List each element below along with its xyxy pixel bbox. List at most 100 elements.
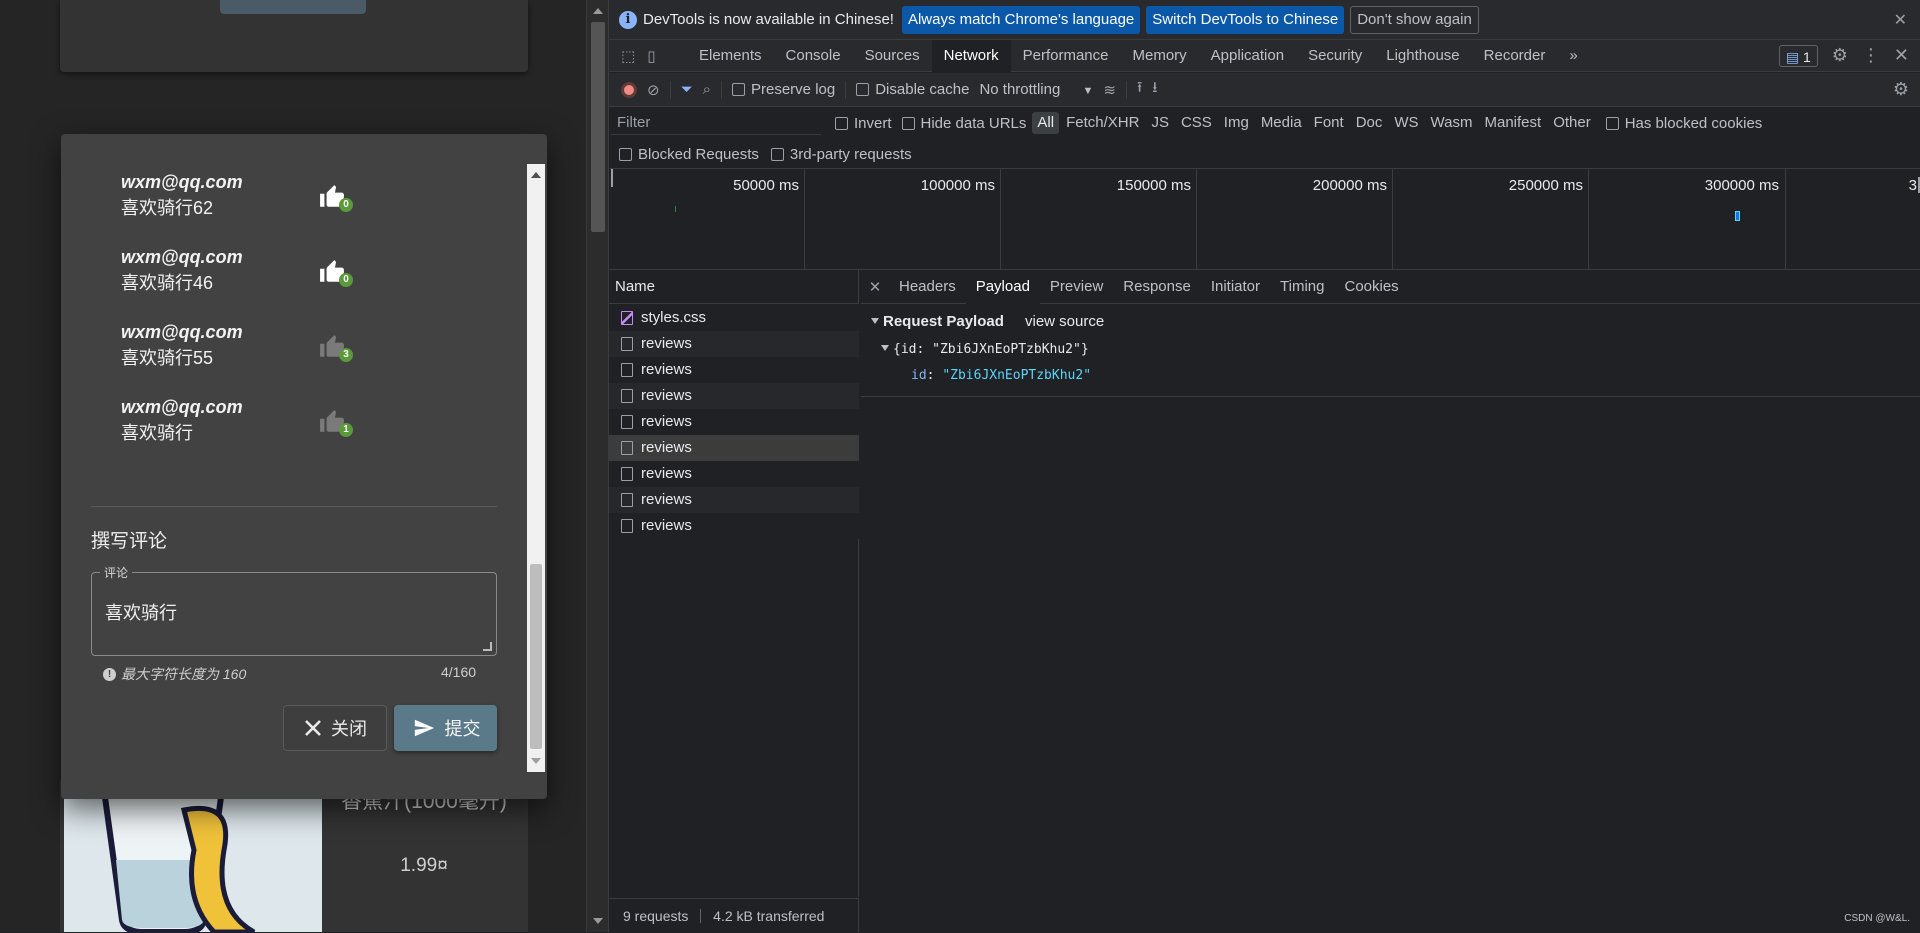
payload-section-toggle[interactable]: Request Payload <box>871 313 1004 330</box>
divider <box>91 506 497 507</box>
preserve-log-checkbox[interactable]: Preserve log <box>732 81 835 98</box>
like-count: 3 <box>339 348 353 362</box>
scroll-up-arrow-icon[interactable] <box>531 172 541 178</box>
tab-lighthouse[interactable]: Lighthouse <box>1374 40 1471 72</box>
tab-network[interactable]: Network <box>931 39 1011 72</box>
submit-button[interactable]: 提交 <box>394 705 497 751</box>
timeline-label: 200000 ms <box>1312 177 1387 194</box>
network-settings-gear-icon[interactable]: ⚙ <box>1893 79 1909 100</box>
send-icon <box>414 719 434 737</box>
request-row[interactable]: reviews <box>609 357 859 383</box>
network-conditions-icon[interactable]: ≋ <box>1103 81 1116 99</box>
request-name: reviews <box>641 439 692 456</box>
import-har-icon[interactable]: ⭱ <box>1137 77 1142 102</box>
payload-object[interactable]: {id: "Zbi6JXnEoPTzbKhu2"} <box>881 342 1089 357</box>
request-row[interactable]: reviews <box>609 409 859 435</box>
record-icon[interactable] <box>621 81 637 98</box>
request-row[interactable]: reviews <box>609 461 859 487</box>
more-options-icon[interactable]: ⋮ <box>1862 45 1880 66</box>
clear-icon[interactable]: ⊘ <box>647 81 660 99</box>
close-devtools-icon[interactable]: ✕ <box>1894 45 1909 66</box>
issues-badge[interactable]: ▤ 1 <box>1778 44 1818 67</box>
third-party-checkbox[interactable]: 3rd-party requests <box>770 146 912 163</box>
filter-type-all[interactable]: All <box>1032 112 1060 134</box>
more-tabs-icon[interactable]: » <box>1557 40 1589 72</box>
request-row-selected[interactable]: reviews <box>609 435 859 461</box>
tab-payload[interactable]: Payload <box>965 269 1040 304</box>
request-row[interactable]: styles.css <box>609 305 859 331</box>
tab-initiator[interactable]: Initiator <box>1201 270 1270 304</box>
filter-type-fetch[interactable]: Fetch/XHR <box>1061 112 1144 134</box>
settings-gear-icon[interactable]: ⚙ <box>1832 45 1848 66</box>
tab-sources[interactable]: Sources <box>853 40 932 72</box>
throttling-select[interactable]: No throttling ▼ <box>979 81 1093 98</box>
filter-type-ws[interactable]: WS <box>1389 112 1423 134</box>
has-blocked-cookies-checkbox[interactable]: Has blocked cookies <box>1605 115 1762 132</box>
close-button[interactable]: 关闭 <box>283 705 387 751</box>
inspect-element-icon[interactable]: ⬚ <box>621 47 635 65</box>
tab-elements[interactable]: Elements <box>687 40 774 72</box>
request-row[interactable]: reviews <box>609 383 859 409</box>
tab-headers[interactable]: Headers <box>889 270 966 304</box>
filter-input[interactable]: Filter <box>611 111 821 135</box>
filter-icon[interactable]: ⏷ <box>681 81 693 98</box>
close-detail-icon[interactable]: ✕ <box>861 278 889 296</box>
request-row[interactable]: reviews <box>609 513 859 539</box>
resize-handle[interactable] <box>483 642 492 651</box>
dialog-scrollbar[interactable] <box>527 164 545 772</box>
tab-security[interactable]: Security <box>1296 40 1374 72</box>
filter-type-media[interactable]: Media <box>1256 112 1307 134</box>
infobar-message: DevTools is now available in Chinese! <box>643 11 894 28</box>
tab-memory[interactable]: Memory <box>1121 40 1199 72</box>
comment-value[interactable]: 喜欢骑行 <box>105 599 177 625</box>
review-text: 喜欢骑行46 <box>121 273 214 293</box>
device-toolbar-icon[interactable]: ▯ <box>647 47 655 65</box>
filter-type-manifest[interactable]: Manifest <box>1480 112 1547 134</box>
filter-type-font[interactable]: Font <box>1309 112 1349 134</box>
tab-response[interactable]: Response <box>1113 270 1201 304</box>
like-button[interactable]: 1 <box>319 409 355 439</box>
filter-type-other[interactable]: Other <box>1548 112 1596 134</box>
hide-data-urls-checkbox[interactable]: Hide data URLs <box>901 115 1026 132</box>
filter-type-doc[interactable]: Doc <box>1351 112 1388 134</box>
like-button[interactable]: 0 <box>319 259 355 289</box>
dont-show-again-button[interactable]: Don't show again <box>1350 5 1479 34</box>
close-infobar-icon[interactable]: ✕ <box>1894 10 1907 30</box>
tab-console[interactable]: Console <box>774 40 853 72</box>
review-item: wxm@qq.com 喜欢骑行46 0 <box>121 247 421 303</box>
invert-checkbox[interactable]: Invert <box>835 115 892 132</box>
char-counter: 4/160 <box>441 664 477 680</box>
scrollbar-thumb[interactable] <box>591 22 605 232</box>
page-scrollbar[interactable] <box>586 0 608 932</box>
disable-cache-checkbox[interactable]: Disable cache <box>856 81 969 98</box>
name-column-header[interactable]: Name <box>609 270 859 304</box>
filter-type-wasm[interactable]: Wasm <box>1426 112 1478 134</box>
tab-recorder[interactable]: Recorder <box>1472 40 1558 72</box>
search-icon[interactable]: ⌕ <box>703 81 711 98</box>
request-row[interactable]: reviews <box>609 331 859 357</box>
tab-performance[interactable]: Performance <box>1011 40 1121 72</box>
filter-type-img[interactable]: Img <box>1219 112 1254 134</box>
filter-type-css[interactable]: CSS <box>1176 112 1217 134</box>
tab-preview[interactable]: Preview <box>1040 270 1113 304</box>
write-review-title: 撰写评论 <box>91 531 168 552</box>
tab-timing[interactable]: Timing <box>1270 270 1334 304</box>
scroll-up-arrow-icon[interactable] <box>593 8 603 14</box>
filter-type-js[interactable]: JS <box>1146 112 1174 134</box>
export-har-icon[interactable]: ⭳ <box>1152 77 1157 102</box>
like-button[interactable]: 0 <box>319 184 355 214</box>
like-button[interactable]: 3 <box>319 334 355 364</box>
view-source-link[interactable]: view source <box>1025 313 1104 330</box>
scroll-down-arrow-icon[interactable] <box>531 758 541 764</box>
match-language-button[interactable]: Always match Chrome's language <box>901 5 1141 34</box>
tab-cookies[interactable]: Cookies <box>1334 270 1408 304</box>
tab-application[interactable]: Application <box>1199 40 1296 72</box>
network-overview-timeline[interactable]: 50000 ms 100000 ms 150000 ms 200000 ms 2… <box>609 168 1920 270</box>
scrollbar-thumb[interactable] <box>530 564 542 749</box>
top-card-button[interactable] <box>220 0 366 14</box>
comment-textarea[interactable]: 评论 喜欢骑行 <box>91 564 497 656</box>
blocked-requests-checkbox[interactable]: Blocked Requests <box>619 146 759 163</box>
switch-chinese-button[interactable]: Switch DevTools to Chinese <box>1146 5 1345 34</box>
scroll-down-arrow-icon[interactable] <box>593 918 603 924</box>
request-row[interactable]: reviews <box>609 487 859 513</box>
